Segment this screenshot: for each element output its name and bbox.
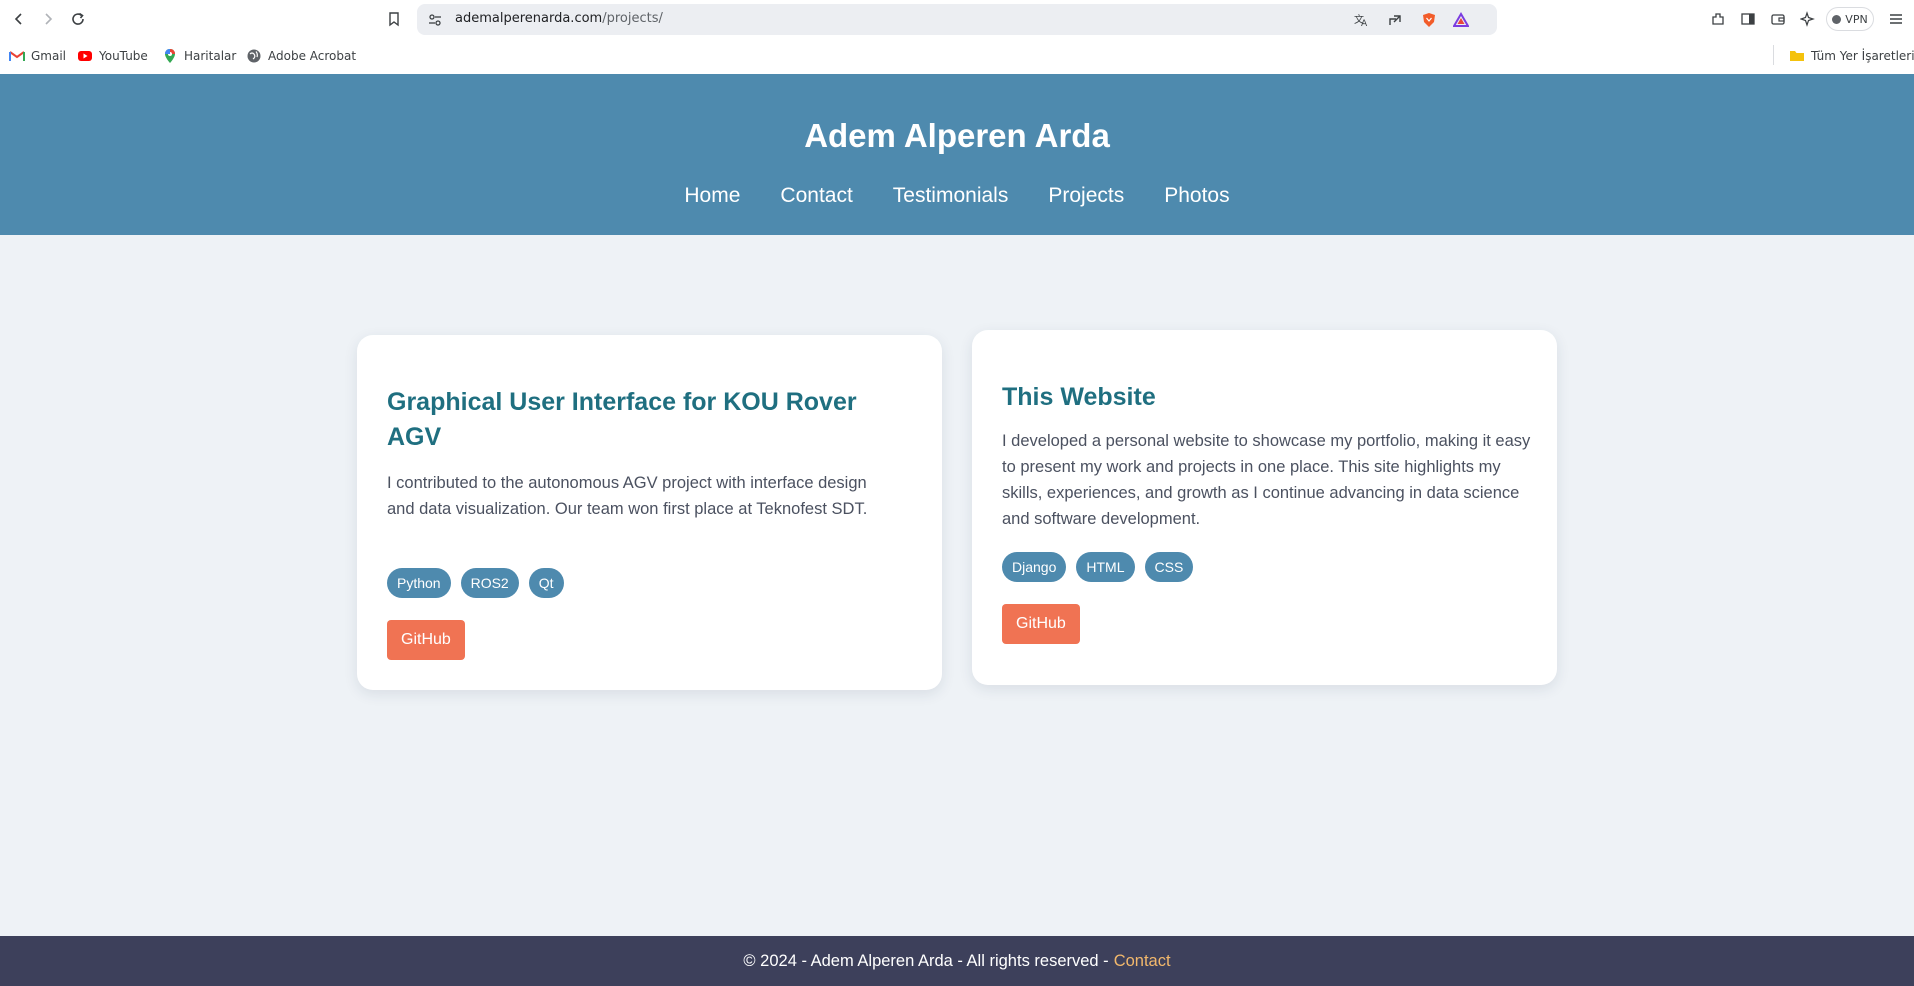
github-button[interactable]: GitHub (387, 620, 465, 660)
project-title: Graphical User Interface for KOU Rover A… (387, 388, 857, 451)
browser-toolbar: ademalperenarda.com/projects/ 文A VPN (0, 0, 1914, 38)
project-tags: Django HTML CSS (1002, 552, 1194, 582)
footer-copyright: © 2024 - Adem Alperen Arda - All rights … (743, 951, 1109, 970)
project-card: Graphical User Interface for KOU Rover A… (357, 335, 942, 690)
project-description: I contributed to the autonomous AGV proj… (387, 474, 868, 518)
nav-home[interactable]: Home (684, 184, 740, 208)
project-description: I developed a personal website to showca… (1002, 432, 1531, 528)
bookmark-youtube[interactable]: YouTube (77, 47, 148, 65)
gmail-icon (9, 48, 25, 64)
project-title: This Website (1002, 383, 1156, 411)
menu-icon[interactable] (1884, 7, 1908, 31)
vpn-button[interactable]: VPN (1826, 7, 1874, 31)
leo-icon[interactable] (1796, 7, 1820, 31)
tag-python: Python (387, 568, 451, 598)
all-bookmarks-label: Tüm Yer İşaretleri (1811, 49, 1914, 63)
url-host: ademalperenarda.com (455, 11, 603, 26)
globe-icon (246, 48, 262, 64)
extensions-icon[interactable] (1706, 7, 1730, 31)
tag-qt: Qt (528, 568, 564, 598)
site-footer: © 2024 - Adem Alperen Arda - All rights … (0, 936, 1914, 986)
bookmark-haritalar[interactable]: Haritalar (162, 47, 236, 65)
sidebar-icon[interactable] (1736, 7, 1760, 31)
bookmark-gmail[interactable]: Gmail (9, 47, 66, 65)
translate-icon[interactable]: 文A (1349, 8, 1373, 32)
bookmarks-bar: Gmail YouTube Haritalar Adobe Acrobat Tü… (0, 38, 1914, 74)
github-button[interactable]: GitHub (1002, 604, 1080, 644)
tag-css: CSS (1144, 552, 1194, 582)
project-tags: Python ROS2 Qt (387, 568, 564, 598)
forward-icon[interactable] (36, 7, 60, 31)
site-title: Adem Alperen Arda (804, 117, 1110, 154)
vpn-label: VPN (1845, 12, 1868, 26)
share-icon[interactable] (1383, 8, 1407, 32)
bookmark-label: Gmail (31, 49, 67, 63)
address-bar[interactable]: ademalperenarda.com/projects/ 文A (417, 4, 1497, 35)
nav-testimonials[interactable]: Testimonials (893, 184, 1009, 208)
youtube-icon (77, 48, 93, 64)
all-bookmarks-button[interactable]: Tüm Yer İşaretleri (1789, 47, 1914, 65)
folder-icon (1789, 48, 1805, 64)
tag-ros2: ROS2 (460, 568, 519, 598)
site-settings-icon[interactable] (423, 8, 447, 32)
tag-html: HTML (1076, 552, 1135, 582)
project-card: This Website I developed a personal webs… (972, 330, 1557, 685)
maps-icon (162, 48, 178, 64)
svg-text:A: A (1361, 19, 1368, 28)
nav-projects[interactable]: Projects (1048, 184, 1124, 208)
bookmarks-divider (1773, 45, 1774, 65)
site-header: Adem Alperen Arda Home Contact Testimoni… (0, 74, 1914, 235)
tag-django: Django (1002, 552, 1067, 582)
nav-photos[interactable]: Photos (1164, 184, 1229, 208)
brave-rewards-icon[interactable] (1449, 8, 1473, 32)
nav-contact[interactable]: Contact (780, 184, 852, 208)
main-nav: Home Contact Testimonials Projects Photo… (0, 184, 1914, 208)
bookmark-label: Adobe Acrobat (268, 49, 357, 63)
brave-shield-icon[interactable] (1417, 8, 1441, 32)
footer-contact-link[interactable]: Contact (1114, 952, 1171, 971)
bookmark-label: YouTube (99, 49, 148, 63)
url-text[interactable]: ademalperenarda.com/projects/ (455, 11, 663, 26)
bookmark-label: Haritalar (184, 49, 237, 63)
vpn-status-icon (1832, 14, 1842, 24)
reload-icon[interactable] (66, 7, 90, 31)
bookmark-adobe-acrobat[interactable]: Adobe Acrobat (246, 47, 356, 65)
back-icon[interactable] (7, 7, 31, 31)
wallet-icon[interactable] (1766, 7, 1790, 31)
bookmark-icon[interactable] (382, 7, 406, 31)
url-path: /projects/ (602, 11, 663, 26)
